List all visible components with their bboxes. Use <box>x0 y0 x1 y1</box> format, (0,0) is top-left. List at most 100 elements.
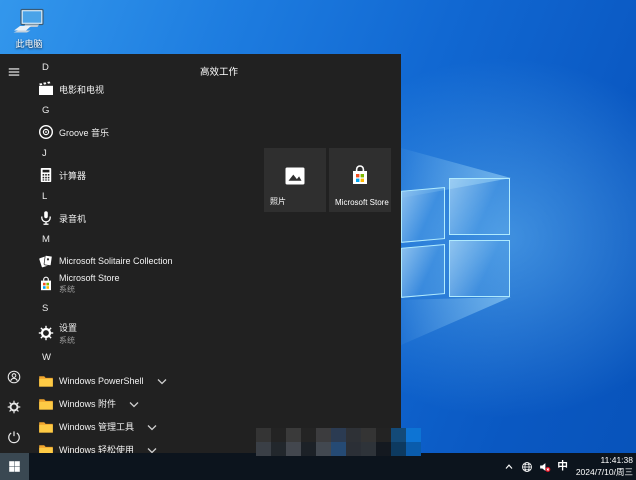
censored-mosaic <box>256 428 421 456</box>
app-list-letter-J[interactable]: J <box>28 142 200 165</box>
mosaic-block <box>271 428 286 442</box>
app-item-label: 电影和电视 <box>59 83 104 96</box>
chevron-down-icon <box>126 396 142 412</box>
mosaic-row <box>256 428 421 442</box>
settings-button[interactable] <box>0 394 28 420</box>
app-item-text: Microsoft Solitaire Collection <box>59 256 173 266</box>
folder-item-14[interactable]: Windows PowerShell <box>28 369 200 392</box>
app-item-text: 录音机 <box>59 212 86 225</box>
mosaic-block <box>271 442 286 456</box>
mosaic-block <box>391 428 406 442</box>
app-item-sublabel: 系统 <box>59 284 120 295</box>
tile-photos[interactable]: 照片 <box>264 148 326 212</box>
app-item-sublabel: 系统 <box>59 335 77 346</box>
windows-flag-icon <box>8 460 21 473</box>
app-item-groove[interactable]: Groove 音乐 <box>28 122 200 142</box>
app-list: D 电影和电视 G Groove 音乐 J 计算器 L 录音机 M Microsoft Solit… <box>28 54 200 453</box>
taskbar: 中 11:41:38 2024/7/10/周三 <box>0 453 636 480</box>
taskbar-clock[interactable]: 11:41:38 2024/7/10/周三 <box>576 455 633 477</box>
mosaic-block <box>391 442 406 456</box>
app-item-label: Microsoft Store <box>59 273 120 283</box>
app-item-store[interactable]: Microsoft Store系统 <box>28 271 200 297</box>
app-item-settings[interactable]: 设置系统 <box>28 320 200 346</box>
app-item-label: 计算器 <box>59 169 86 182</box>
gear-icon <box>7 400 21 414</box>
mosaic-block <box>331 442 346 456</box>
app-list-letter-G[interactable]: G <box>28 99 200 122</box>
ime-indicator[interactable]: 中 <box>557 461 568 472</box>
app-list-letter-D[interactable]: D <box>28 56 200 79</box>
volume-muted-icon[interactable] <box>539 461 551 473</box>
tile-store-tile[interactable]: Microsoft Store <box>329 148 391 212</box>
tile-section: 高效工作 照片 Microsoft Store <box>200 54 401 453</box>
mosaic-block <box>376 442 391 456</box>
groove-icon <box>38 124 54 140</box>
clock-time: 11:41:38 <box>576 455 633 466</box>
app-list-letter-S[interactable]: S <box>28 297 200 320</box>
mosaic-block <box>301 428 316 442</box>
store-icon <box>38 276 54 292</box>
folder-item-label: Windows 管理工具 <box>59 420 134 433</box>
folder-icon <box>38 442 54 454</box>
folder-icon <box>38 373 54 389</box>
folder-item-label: Windows PowerShell <box>59 376 144 386</box>
windows-logo-pane-top-left <box>401 187 445 243</box>
mosaic-block <box>301 442 316 456</box>
tray-chevron-up-icon[interactable] <box>503 461 515 473</box>
app-list-letter-L[interactable]: L <box>28 185 200 208</box>
folder-icon <box>38 396 54 412</box>
tile-label: Microsoft Store <box>335 198 389 207</box>
app-list-letter-W[interactable]: W <box>28 346 200 369</box>
folder-item-17[interactable]: Windows 轻松使用 <box>28 438 200 453</box>
app-item-voice-recorder[interactable]: 录音机 <box>28 208 200 228</box>
network-globe-icon[interactable] <box>521 461 533 473</box>
folder-item-16[interactable]: Windows 管理工具 <box>28 415 200 438</box>
mosaic-block <box>316 442 331 456</box>
chevron-down-icon <box>144 419 160 435</box>
app-item-solitaire[interactable]: Microsoft Solitaire Collection <box>28 251 200 271</box>
system-tray: 中 11:41:38 2024/7/10/周三 <box>503 455 636 477</box>
calculator-icon <box>38 167 54 183</box>
settings-icon <box>38 325 54 341</box>
user-account-button[interactable] <box>0 364 28 390</box>
photos-icon <box>283 164 307 188</box>
start-menu-rail <box>0 54 28 453</box>
app-item-label: 录音机 <box>59 212 86 225</box>
power-icon <box>7 430 21 444</box>
windows-logo-pane-bottom-right <box>449 240 510 297</box>
app-list-letter-M[interactable]: M <box>28 228 200 251</box>
hamburger-icon <box>7 65 21 79</box>
expand-menu-button[interactable] <box>0 59 28 85</box>
mosaic-block <box>361 428 376 442</box>
voice-recorder-icon <box>38 210 54 226</box>
chevron-down-icon <box>144 442 160 454</box>
mosaic-row <box>256 442 421 456</box>
app-item-label: 设置 <box>59 321 77 334</box>
start-button[interactable] <box>0 453 29 480</box>
power-button[interactable] <box>0 424 28 450</box>
clock-date: 2024/7/10/周三 <box>576 467 633 478</box>
tile-label: 照片 <box>270 196 286 207</box>
app-item-movies-tv[interactable]: 电影和电视 <box>28 79 200 99</box>
mosaic-block <box>316 428 331 442</box>
mosaic-block <box>376 428 391 442</box>
this-pc-icon <box>12 8 46 36</box>
app-item-text: 电影和电视 <box>59 83 104 96</box>
app-item-text: 计算器 <box>59 169 86 182</box>
app-item-text: Microsoft Store系统 <box>59 273 120 295</box>
folder-item-15[interactable]: Windows 附件 <box>28 392 200 415</box>
mosaic-block <box>286 428 301 442</box>
folder-item-label: Windows 附件 <box>59 397 116 410</box>
store-tile-icon <box>348 164 372 188</box>
app-item-text: 设置系统 <box>59 321 77 346</box>
desktop-icon-this-pc[interactable]: 此电脑 <box>5 8 53 50</box>
app-item-label: Groove 音乐 <box>59 126 109 139</box>
app-item-calculator[interactable]: 计算器 <box>28 165 200 185</box>
mosaic-block <box>406 442 421 456</box>
user-avatar-icon <box>7 370 21 384</box>
movies-tv-icon <box>38 81 54 97</box>
chevron-down-icon <box>154 373 170 389</box>
folder-item-label: Windows 轻松使用 <box>59 443 134 453</box>
mosaic-block <box>286 442 301 456</box>
tile-group-header: 高效工作 <box>200 64 238 78</box>
